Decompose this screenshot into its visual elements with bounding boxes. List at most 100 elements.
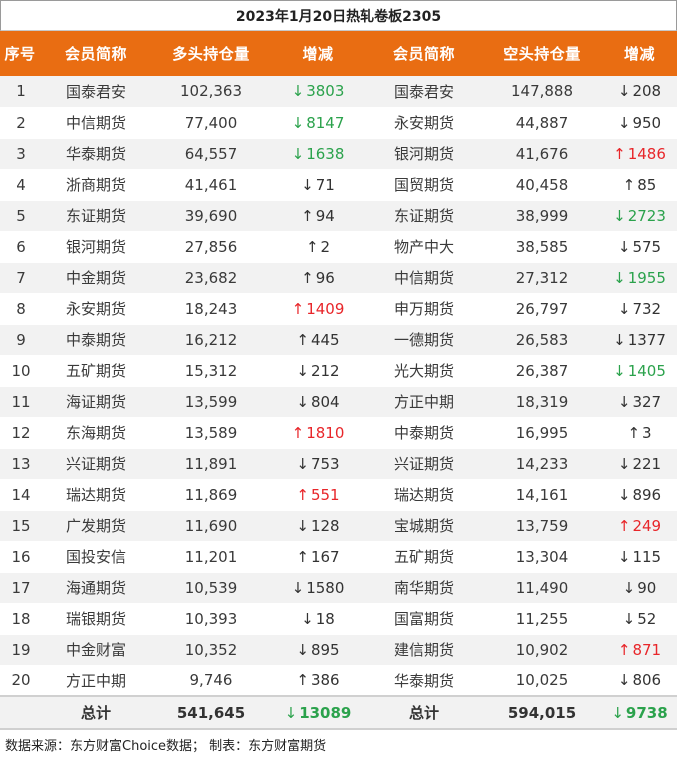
arrow-up-icon: ↑ — [296, 671, 309, 690]
long-change-value: 3803 — [306, 82, 345, 101]
long-change-cell: ↑ 167 — [270, 541, 366, 573]
arrow-down-icon: ↓ — [617, 392, 631, 411]
short-change-cell: ↓ 327 — [602, 386, 677, 418]
long-change-cell: ↓ 804 — [270, 386, 366, 418]
header-rank: 序号 — [4, 45, 36, 63]
rank-cell: 17 — [0, 572, 40, 604]
long-change-value: 8147 — [306, 113, 345, 132]
table-row: 19 中金财富 10,352 ↓ 895 建信期货 10,902 ↑ 871 — [0, 634, 677, 666]
long-position-cell: 77,400 — [152, 107, 270, 139]
long-position-cell: 16,212 — [152, 324, 270, 356]
totals-short-change: ↓ 9738 — [602, 696, 677, 729]
short-position-cell: 16,995 — [482, 417, 602, 449]
header-short-change: 增减 — [623, 45, 655, 63]
header-short-position: 空头持仓量 — [503, 45, 581, 63]
long-member-cell: 兴证期货 — [40, 448, 152, 480]
long-change-value: 753 — [310, 454, 340, 473]
long-change-value: 386 — [310, 671, 340, 690]
short-position-cell: 13,759 — [482, 510, 602, 542]
short-change-value: 249 — [632, 516, 662, 535]
arrow-down-icon: ↓ — [301, 609, 314, 628]
long-change-cell: ↑ 445 — [270, 324, 366, 356]
short-change-cell: ↓ 1955 — [602, 262, 677, 294]
short-change-cell: ↑ 85 — [602, 169, 677, 201]
short-position-cell: 26,797 — [482, 293, 602, 325]
arrow-up-icon: ↑ — [622, 175, 636, 194]
long-change-value: 167 — [310, 547, 340, 566]
long-change-cell: ↑ 94 — [270, 200, 366, 232]
table-row: 17 海通期货 10,539 ↓ 1580 南华期货 11,490 ↓ 90 — [0, 572, 677, 604]
long-member-cell: 国泰君安 — [40, 76, 152, 108]
rank-cell: 10 — [0, 355, 40, 387]
long-position-cell: 11,891 — [152, 448, 270, 480]
rank-cell: 19 — [0, 634, 40, 666]
short-position-cell: 38,585 — [482, 231, 602, 263]
header-long-change: 增减 — [302, 45, 334, 63]
short-change-value: 1955 — [627, 268, 666, 287]
long-change-value: 1638 — [306, 144, 345, 163]
rank-cell: 2 — [0, 107, 40, 139]
short-member-cell: 光大期货 — [366, 355, 482, 387]
table-row: 4 浙商期货 41,461 ↓ 71 国贸期货 40,458 ↑ 85 — [0, 169, 677, 201]
table-row: 12 东海期货 13,589 ↑ 1810 中泰期货 16,995 ↑ 3 — [0, 417, 677, 449]
long-change-cell: ↓ 8147 — [270, 107, 366, 139]
long-change-cell: ↑ 1409 — [270, 293, 366, 325]
long-member-cell: 中泰期货 — [40, 324, 152, 356]
long-change-value: 212 — [310, 361, 340, 380]
arrow-down-icon: ↓ — [611, 703, 624, 722]
table-row: 11 海证期货 13,599 ↓ 804 方正中期 18,319 ↓ 327 — [0, 386, 677, 418]
table-row: 13 兴证期货 11,891 ↓ 753 兴证期货 14,233 ↓ 221 — [0, 448, 677, 480]
arrow-down-icon: ↓ — [291, 578, 305, 597]
arrow-up-icon: ↑ — [617, 640, 631, 659]
long-change-cell: ↑ 96 — [270, 262, 366, 294]
arrow-up-icon: ↑ — [305, 237, 319, 256]
long-member-cell: 方正中期 — [40, 665, 152, 697]
arrow-down-icon: ↓ — [301, 175, 314, 194]
rank-cell: 18 — [0, 603, 40, 635]
arrow-up-icon: ↑ — [296, 485, 309, 504]
rank-cell: 6 — [0, 231, 40, 263]
rank-cell: 5 — [0, 200, 40, 232]
long-change-value: 1580 — [306, 578, 345, 597]
long-position-cell: 102,363 — [152, 76, 270, 108]
short-change-cell: ↑ 3 — [602, 417, 677, 449]
arrow-down-icon: ↓ — [296, 454, 309, 473]
long-position-cell: 11,869 — [152, 479, 270, 511]
short-change-value: 327 — [632, 392, 662, 411]
rank-cell: 1 — [0, 76, 40, 108]
short-change-value: 1486 — [627, 144, 666, 163]
arrow-down-icon: ↓ — [617, 485, 631, 504]
long-change-cell: ↑ 1810 — [270, 417, 366, 449]
long-position-cell: 27,856 — [152, 231, 270, 263]
table-row: 14 瑞达期货 11,869 ↑ 551 瑞达期货 14,161 ↓ 896 — [0, 479, 677, 511]
arrow-down-icon: ↓ — [613, 330, 626, 349]
long-change-cell: ↓ 212 — [270, 355, 366, 387]
short-change-value: 575 — [632, 237, 662, 256]
arrow-down-icon: ↓ — [622, 609, 636, 628]
long-change-value: 18 — [315, 609, 335, 628]
long-change-value: 1810 — [306, 423, 345, 442]
long-position-cell: 23,682 — [152, 262, 270, 294]
short-change-value: 85 — [637, 175, 657, 194]
arrow-up-icon: ↑ — [291, 299, 305, 318]
table-row: 16 国投安信 11,201 ↑ 167 五矿期货 13,304 ↓ 115 — [0, 541, 677, 573]
short-position-cell: 11,490 — [482, 572, 602, 604]
short-member-cell: 宝城期货 — [366, 510, 482, 542]
short-position-cell: 38,999 — [482, 200, 602, 232]
long-position-cell: 10,352 — [152, 634, 270, 666]
short-position-cell: 26,387 — [482, 355, 602, 387]
long-member-cell: 浙商期货 — [40, 169, 152, 201]
header-long-position: 多头持仓量 — [172, 45, 250, 63]
totals-long-change-value: 13089 — [299, 703, 352, 722]
totals-long-position: 541,645 — [176, 703, 246, 722]
short-change-value: 806 — [632, 671, 662, 690]
long-member-cell: 中金财富 — [40, 634, 152, 666]
totals-long-change: ↓ 13089 — [270, 696, 366, 729]
short-member-cell: 一德期货 — [366, 324, 482, 356]
table-row: 8 永安期货 18,243 ↑ 1409 申万期货 26,797 ↓ 732 — [0, 293, 677, 325]
short-member-cell: 五矿期货 — [366, 541, 482, 573]
arrow-down-icon: ↓ — [617, 299, 631, 318]
short-position-cell: 44,887 — [482, 107, 602, 139]
short-member-cell: 申万期货 — [366, 293, 482, 325]
short-change-value: 208 — [632, 82, 662, 101]
